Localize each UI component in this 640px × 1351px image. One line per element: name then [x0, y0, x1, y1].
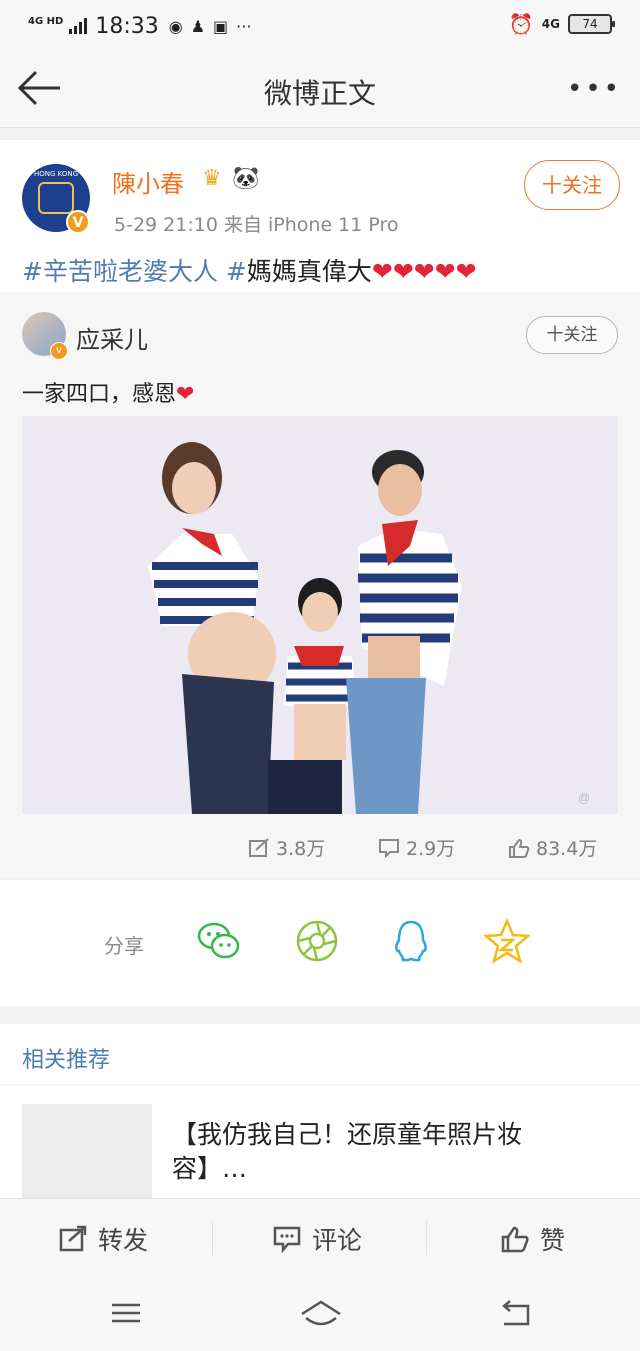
hearts-emoji: ❤❤❤❤❤: [371, 257, 477, 286]
repost-count-value: 3.8万: [276, 838, 326, 860]
thumbs-up-icon: [509, 838, 530, 858]
divider: [0, 1084, 640, 1085]
comment-count[interactable]: 2.9万: [378, 834, 455, 861]
weibo-post: HONG KONG V 陳小春 ♛ 🐼 5-29 21:10 来自 iPhone…: [0, 140, 640, 878]
weibo-notify-icon: ◉: [168, 16, 183, 36]
author-name[interactable]: 陳小春: [112, 164, 184, 199]
repost-text-body: 一家四口，感恩: [22, 382, 177, 407]
repost-label: 转发: [98, 1226, 149, 1255]
home-icon[interactable]: [298, 1296, 344, 1330]
qq-icon[interactable]: [388, 918, 434, 964]
separator: [426, 1221, 427, 1255]
related-thumbnail[interactable]: [22, 1104, 152, 1204]
separator: [212, 1221, 213, 1255]
follow-button[interactable]: 十关注: [524, 160, 620, 210]
repost-author-name[interactable]: 应采儿: [76, 320, 148, 355]
repost-button[interactable]: 转发: [58, 1221, 148, 1257]
crown-icon: ♛: [202, 166, 222, 191]
action-bar: 转发 评论 赞: [0, 1198, 640, 1278]
avatar-caption: HONG KONG: [33, 170, 79, 178]
heart-emoji: ❤: [176, 382, 195, 407]
related-heading: 相关推荐: [22, 1048, 111, 1073]
network-4g: 4G: [541, 17, 560, 31]
like-action-icon: [501, 1226, 529, 1253]
topic-hash[interactable]: #: [226, 257, 247, 286]
qq-notify-icon: ♟: [190, 16, 206, 36]
share-label: 分享: [104, 934, 144, 958]
post-text: #辛苦啦老婆大人 #媽媽真偉大❤❤❤❤❤: [22, 252, 477, 288]
comment-icon: [379, 838, 399, 858]
repost-count[interactable]: 3.8万: [248, 834, 325, 861]
more-options-icon[interactable]: •••: [567, 74, 622, 104]
repost-action-icon: [59, 1225, 87, 1252]
repost-icon: [249, 837, 269, 857]
svg-text:@: @: [578, 791, 590, 805]
emblem-icon: [38, 182, 74, 214]
topic-link[interactable]: #辛苦啦老婆大人: [22, 257, 218, 286]
like-count-value: 83.4万: [536, 838, 598, 860]
repost-follow-button[interactable]: 十关注: [526, 316, 618, 354]
nav-bar: 微博正文 •••: [0, 52, 640, 128]
qzone-icon[interactable]: [484, 918, 530, 964]
signal-icon: [69, 18, 88, 34]
battery-icon: 74: [568, 14, 615, 34]
back-nav-icon[interactable]: [496, 1296, 536, 1330]
page-title: 微博正文: [263, 77, 376, 110]
repost-text: 一家四口，感恩❤: [22, 376, 194, 408]
comment-count-value: 2.9万: [406, 838, 456, 860]
system-navigation-bar: [0, 1278, 640, 1351]
menu-icon[interactable]: [106, 1296, 146, 1330]
alarm-icon: ⏰: [508, 12, 534, 36]
verified-badge-icon: V: [66, 210, 90, 234]
network-type: 4G HD: [28, 16, 64, 27]
repost-verified-icon: v: [50, 342, 68, 360]
post-text-body: 媽媽真偉大: [246, 257, 372, 286]
like-count[interactable]: 83.4万: [508, 834, 597, 861]
panda-icon: 🐼: [232, 166, 260, 191]
related-item-title[interactable]: 【我仿我自己！还原童年照片妆容】…: [172, 1118, 592, 1186]
family-photo[interactable]: @: [22, 416, 618, 814]
share-row: 分享: [0, 880, 640, 1006]
stats-row: 3.8万 2.9万 83.4万: [0, 834, 640, 864]
comment-button[interactable]: 评论: [272, 1221, 362, 1257]
status-bar: 4G HD 18:33 ◉ ♟ ▣ ··· ⏰ 4G 74: [0, 0, 640, 52]
toutiao-notify-icon: ▣: [213, 16, 229, 36]
more-notify-icon: ···: [236, 16, 252, 36]
like-label: 赞: [540, 1226, 566, 1255]
like-button[interactable]: 赞: [500, 1221, 565, 1257]
wechat-icon[interactable]: [196, 918, 242, 964]
comment-label: 评论: [312, 1226, 363, 1255]
comment-action-icon: [273, 1226, 301, 1253]
battery-level: 74: [582, 17, 598, 31]
clock: 18:33: [95, 13, 159, 39]
post-meta: 5-29 21:10 来自 iPhone 11 Pro: [114, 214, 399, 236]
moments-icon[interactable]: [294, 918, 340, 964]
repost-block[interactable]: v 应采儿 十关注 一家四口，感恩❤ @ 3.8万 2.9万 83.4万: [0, 292, 640, 878]
